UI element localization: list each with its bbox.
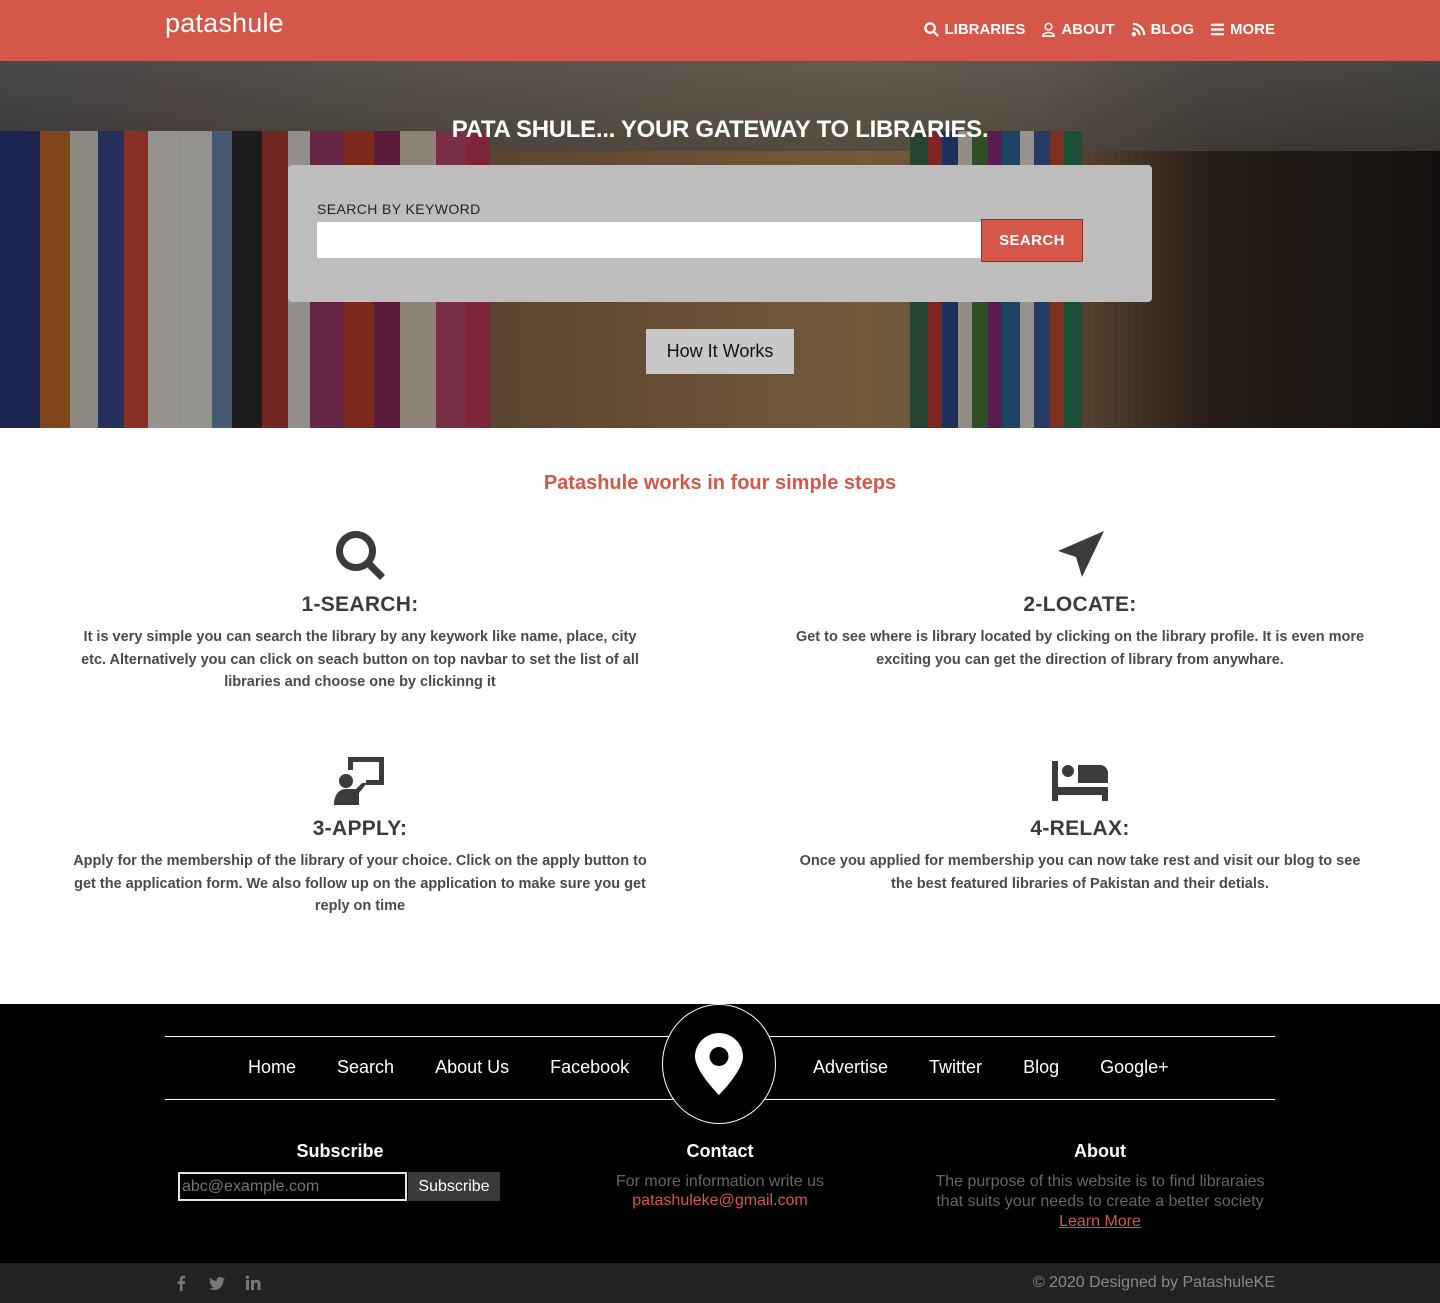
step-locate-text: Get to see where is library located by c… [795, 629, 1365, 668]
search-label: SEARCH BY KEYWORD [317, 201, 481, 217]
menu-icon [1210, 23, 1225, 36]
contact-email-link[interactable]: patashuleke@gmail.com [632, 1192, 807, 1209]
how-it-works-button[interactable]: How It Works [646, 329, 794, 374]
footer-link-home[interactable]: Home [248, 1057, 296, 1078]
footer-about: About The purpose of this website is to … [935, 1141, 1265, 1232]
step-apply-heading: 3-APPLY: [312, 817, 408, 840]
brand-logo[interactable]: patashule [165, 8, 284, 39]
search-button[interactable]: SEARCH [981, 219, 1083, 262]
step-locate: 2-LOCATE: Get to see where is library lo… [790, 527, 1370, 671]
step-relax: 4-RELAX: Once you applied for membership… [790, 751, 1370, 895]
footer-links-left: Home Search About Us Facebook [248, 1057, 629, 1078]
footer-logo-circle [662, 1004, 776, 1124]
search-panel: SEARCH BY KEYWORD SEARCH [288, 165, 1152, 302]
step-search: 1-SEARCH: It is very simple you can sear… [70, 527, 650, 694]
about-text-wrapper: The purpose of this website is to find l… [935, 1172, 1265, 1232]
nav-more-label: MORE [1230, 21, 1275, 38]
footer-link-advertise[interactable]: Advertise [813, 1057, 888, 1078]
step-search-text: It is very simple you can search the lib… [81, 629, 639, 690]
step-relax-text: Once you applied for membership you can … [799, 853, 1361, 892]
nav-links: LIBRARIES ABOUT BLOG MORE [924, 21, 1275, 38]
top-navbar: patashule LIBRARIES ABOUT BLOG MORE [0, 0, 1440, 61]
footer-link-blog[interactable]: Blog [1023, 1057, 1059, 1078]
copyright-text: © 2020 Designed by PatashuleKE [1032, 1274, 1275, 1291]
footer-link-facebook[interactable]: Facebook [550, 1057, 629, 1078]
footer-link-google-plus[interactable]: Google+ [1100, 1057, 1169, 1078]
step-locate-heading: 2-LOCATE: [1023, 593, 1137, 616]
subscribe-email-input[interactable] [178, 1172, 407, 1201]
search-icon [332, 527, 388, 583]
social-links [173, 1275, 261, 1291]
presentation-icon [332, 751, 388, 807]
bottom-bar: © 2020 Designed by PatashuleKE [0, 1263, 1440, 1303]
hero-title: PATA SHULE... YOUR GATEWAY TO LIBRARIES. [451, 116, 989, 143]
footer-contact: Contact For more information write us pa… [560, 1141, 880, 1210]
footer-subscribe: Subscribe Subscribe [178, 1141, 502, 1201]
subscribe-title: Subscribe [296, 1141, 384, 1161]
bed-icon [1052, 751, 1108, 807]
map-pin-icon [695, 1033, 743, 1095]
twitter-icon[interactable] [209, 1275, 225, 1291]
nav-more-link[interactable]: MORE [1210, 21, 1275, 38]
footer-link-twitter[interactable]: Twitter [929, 1057, 982, 1078]
contact-title: Contact [686, 1141, 754, 1161]
linkedin-icon[interactable] [245, 1275, 261, 1291]
step-relax-heading: 4-RELAX: [1030, 817, 1130, 840]
learn-more-link[interactable]: Learn More [1059, 1213, 1141, 1230]
footer-link-about-us[interactable]: About Us [435, 1057, 509, 1078]
contact-text: For more information write us [615, 1173, 825, 1190]
footer-link-search[interactable]: Search [337, 1057, 394, 1078]
step-apply-text: Apply for the membership of the library … [73, 853, 647, 914]
nav-libraries-link[interactable]: LIBRARIES [924, 21, 1025, 38]
nav-about-link[interactable]: ABOUT [1041, 21, 1115, 38]
about-text: The purpose of this website is to find l… [935, 1173, 1265, 1210]
nav-about-label: ABOUT [1061, 21, 1115, 38]
user-icon [1042, 22, 1056, 37]
search-icon [924, 22, 940, 37]
steps-title: Patashule works in four simple steps [543, 472, 897, 494]
rss-icon [1131, 22, 1145, 37]
facebook-icon[interactable] [173, 1275, 189, 1291]
step-search-heading: 1-SEARCH: [301, 593, 419, 616]
footer-links-right: Advertise Twitter Blog Google+ [813, 1057, 1169, 1078]
about-title: About [1074, 1141, 1126, 1161]
nav-blog-link[interactable]: BLOG [1131, 21, 1194, 38]
search-input[interactable] [317, 222, 981, 258]
nav-blog-label: BLOG [1150, 21, 1194, 38]
nav-libraries-label: LIBRARIES [944, 21, 1026, 38]
subscribe-button[interactable]: Subscribe [408, 1172, 500, 1201]
location-arrow-icon [1052, 527, 1108, 583]
hero-section: PATA SHULE... YOUR GATEWAY TO LIBRARIES.… [0, 61, 1440, 428]
step-apply: 3-APPLY: Apply for the membership of the… [70, 751, 650, 918]
